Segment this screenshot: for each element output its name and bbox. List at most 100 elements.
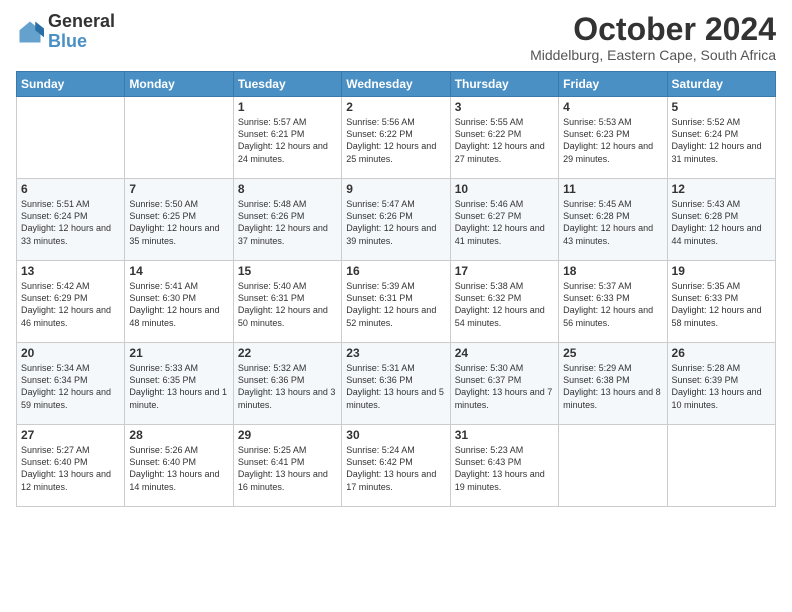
month-title: October 2024: [530, 12, 776, 47]
calendar-week-row: 13Sunrise: 5:42 AM Sunset: 6:29 PM Dayli…: [17, 261, 776, 343]
day-number: 6: [21, 182, 120, 196]
table-cell: 27Sunrise: 5:27 AM Sunset: 6:40 PM Dayli…: [17, 425, 125, 507]
table-cell: 14Sunrise: 5:41 AM Sunset: 6:30 PM Dayli…: [125, 261, 233, 343]
table-cell: 11Sunrise: 5:45 AM Sunset: 6:28 PM Dayli…: [559, 179, 667, 261]
day-number: 1: [238, 100, 337, 114]
day-number: 12: [672, 182, 771, 196]
day-info: Sunrise: 5:33 AM Sunset: 6:35 PM Dayligh…: [129, 362, 228, 411]
day-number: 7: [129, 182, 228, 196]
day-info: Sunrise: 5:37 AM Sunset: 6:33 PM Dayligh…: [563, 280, 662, 329]
day-info: Sunrise: 5:48 AM Sunset: 6:26 PM Dayligh…: [238, 198, 337, 247]
col-friday: Friday: [559, 72, 667, 97]
table-cell: 26 Sunrise: 5:28 AM Sunset: 6:39 PM Dayli…: [667, 343, 775, 425]
day-number: 8: [238, 182, 337, 196]
day-info: Sunrise: 5:31 AM Sunset: 6:36 PM Dayligh…: [346, 362, 445, 411]
day-info: Sunrise: 5:55 AM Sunset: 6:22 PM Dayligh…: [455, 116, 554, 165]
calendar-week-row: 27Sunrise: 5:27 AM Sunset: 6:40 PM Dayli…: [17, 425, 776, 507]
col-sunday: Sunday: [17, 72, 125, 97]
day-info: Sunrise: 5:26 AM Sunset: 6:40 PM Dayligh…: [129, 444, 228, 493]
day-number: 26: [672, 346, 771, 360]
day-number: 10: [455, 182, 554, 196]
logo-blue-text: Blue: [48, 31, 87, 51]
table-cell: 15 Sunrise: 5:40 AM Sunset: 6:31 PM Dayli…: [233, 261, 341, 343]
day-info: Sunrise: 5:47 AM Sunset: 6:26 PM Dayligh…: [346, 198, 445, 247]
table-cell: 1Sunrise: 5:57 AM Sunset: 6:21 PM Daylig…: [233, 97, 341, 179]
header: General Blue October 2024 Middelburg, Ea…: [16, 12, 776, 63]
table-cell: 31Sunrise: 5:23 AM Sunset: 6:43 PM Dayli…: [450, 425, 558, 507]
calendar-week-row: 20 Sunrise: 5:34 AM Sunset: 6:34 PM Dayli…: [17, 343, 776, 425]
day-number: 28: [129, 428, 228, 442]
day-info: Sunrise: 5:56 AM Sunset: 6:22 PM Dayligh…: [346, 116, 445, 165]
day-info: Sunrise: 5:53 AM Sunset: 6:23 PM Dayligh…: [563, 116, 662, 165]
col-wednesday: Wednesday: [342, 72, 450, 97]
table-cell: [667, 425, 775, 507]
title-block: October 2024 Middelburg, Eastern Cape, S…: [530, 12, 776, 63]
day-info: Sunrise: 5:25 AM Sunset: 6:41 PM Dayligh…: [238, 444, 337, 493]
table-cell: 19Sunrise: 5:35 AM Sunset: 6:33 PM Dayli…: [667, 261, 775, 343]
table-cell: 8 Sunrise: 5:48 AM Sunset: 6:26 PM Daylig…: [233, 179, 341, 261]
day-info: Sunrise: 5:52 AM Sunset: 6:24 PM Dayligh…: [672, 116, 771, 165]
day-number: 30: [346, 428, 445, 442]
day-number: 2: [346, 100, 445, 114]
day-number: 18: [563, 264, 662, 278]
logo-icon: [16, 18, 44, 46]
table-cell: 17 Sunrise: 5:38 AM Sunset: 6:32 PM Dayli…: [450, 261, 558, 343]
day-number: 22: [238, 346, 337, 360]
table-cell: [125, 97, 233, 179]
table-cell: 28 Sunrise: 5:26 AM Sunset: 6:40 PM Dayli…: [125, 425, 233, 507]
table-cell: 20 Sunrise: 5:34 AM Sunset: 6:34 PM Dayli…: [17, 343, 125, 425]
day-number: 5: [672, 100, 771, 114]
day-info: Sunrise: 5:43 AM Sunset: 6:28 PM Dayligh…: [672, 198, 771, 247]
day-info: Sunrise: 5:38 AM Sunset: 6:32 PM Dayligh…: [455, 280, 554, 329]
calendar-week-row: 6 Sunrise: 5:51 AM Sunset: 6:24 PM Daylig…: [17, 179, 776, 261]
table-cell: 23 Sunrise: 5:31 AM Sunset: 6:36 PM Dayli…: [342, 343, 450, 425]
table-cell: 9 Sunrise: 5:47 AM Sunset: 6:26 PM Daylig…: [342, 179, 450, 261]
table-cell: 29 Sunrise: 5:25 AM Sunset: 6:41 PM Dayli…: [233, 425, 341, 507]
day-number: 3: [455, 100, 554, 114]
day-info: Sunrise: 5:32 AM Sunset: 6:36 PM Dayligh…: [238, 362, 337, 411]
calendar-table: Sunday Monday Tuesday Wednesday Thursday…: [16, 71, 776, 507]
table-cell: 5 Sunrise: 5:52 AM Sunset: 6:24 PM Daylig…: [667, 97, 775, 179]
day-info: Sunrise: 5:46 AM Sunset: 6:27 PM Dayligh…: [455, 198, 554, 247]
day-info: Sunrise: 5:50 AM Sunset: 6:25 PM Dayligh…: [129, 198, 228, 247]
table-cell: 13Sunrise: 5:42 AM Sunset: 6:29 PM Dayli…: [17, 261, 125, 343]
table-cell: 2 Sunrise: 5:56 AM Sunset: 6:22 PM Daylig…: [342, 97, 450, 179]
table-cell: 18 Sunrise: 5:37 AM Sunset: 6:33 PM Dayli…: [559, 261, 667, 343]
day-info: Sunrise: 5:35 AM Sunset: 6:33 PM Dayligh…: [672, 280, 771, 329]
table-cell: [17, 97, 125, 179]
table-cell: 7 Sunrise: 5:50 AM Sunset: 6:25 PM Daylig…: [125, 179, 233, 261]
table-cell: 6 Sunrise: 5:51 AM Sunset: 6:24 PM Daylig…: [17, 179, 125, 261]
table-cell: 12 Sunrise: 5:43 AM Sunset: 6:28 PM Dayli…: [667, 179, 775, 261]
col-thursday: Thursday: [450, 72, 558, 97]
day-number: 9: [346, 182, 445, 196]
table-cell: 4 Sunrise: 5:53 AM Sunset: 6:23 PM Daylig…: [559, 97, 667, 179]
day-number: 24: [455, 346, 554, 360]
day-info: Sunrise: 5:28 AM Sunset: 6:39 PM Dayligh…: [672, 362, 771, 411]
day-info: Sunrise: 5:34 AM Sunset: 6:34 PM Dayligh…: [21, 362, 120, 411]
day-number: 16: [346, 264, 445, 278]
page: General Blue October 2024 Middelburg, Ea…: [0, 0, 792, 612]
logo-general-text: General: [48, 11, 115, 31]
day-number: 15: [238, 264, 337, 278]
logo-text: General Blue: [48, 12, 115, 52]
day-number: 25: [563, 346, 662, 360]
day-number: 29: [238, 428, 337, 442]
day-number: 4: [563, 100, 662, 114]
day-number: 23: [346, 346, 445, 360]
col-tuesday: Tuesday: [233, 72, 341, 97]
day-info: Sunrise: 5:29 AM Sunset: 6:38 PM Dayligh…: [563, 362, 662, 411]
day-info: Sunrise: 5:39 AM Sunset: 6:31 PM Dayligh…: [346, 280, 445, 329]
table-cell: 3 Sunrise: 5:55 AM Sunset: 6:22 PM Daylig…: [450, 97, 558, 179]
day-info: Sunrise: 5:23 AM Sunset: 6:43 PM Dayligh…: [455, 444, 554, 493]
day-number: 13: [21, 264, 120, 278]
calendar-header-row: Sunday Monday Tuesday Wednesday Thursday…: [17, 72, 776, 97]
logo: General Blue: [16, 12, 115, 52]
day-number: 20: [21, 346, 120, 360]
day-number: 17: [455, 264, 554, 278]
day-info: Sunrise: 5:40 AM Sunset: 6:31 PM Dayligh…: [238, 280, 337, 329]
table-cell: 21Sunrise: 5:33 AM Sunset: 6:35 PM Dayli…: [125, 343, 233, 425]
table-cell: [559, 425, 667, 507]
day-info: Sunrise: 5:45 AM Sunset: 6:28 PM Dayligh…: [563, 198, 662, 247]
day-number: 14: [129, 264, 228, 278]
day-info: Sunrise: 5:51 AM Sunset: 6:24 PM Dayligh…: [21, 198, 120, 247]
